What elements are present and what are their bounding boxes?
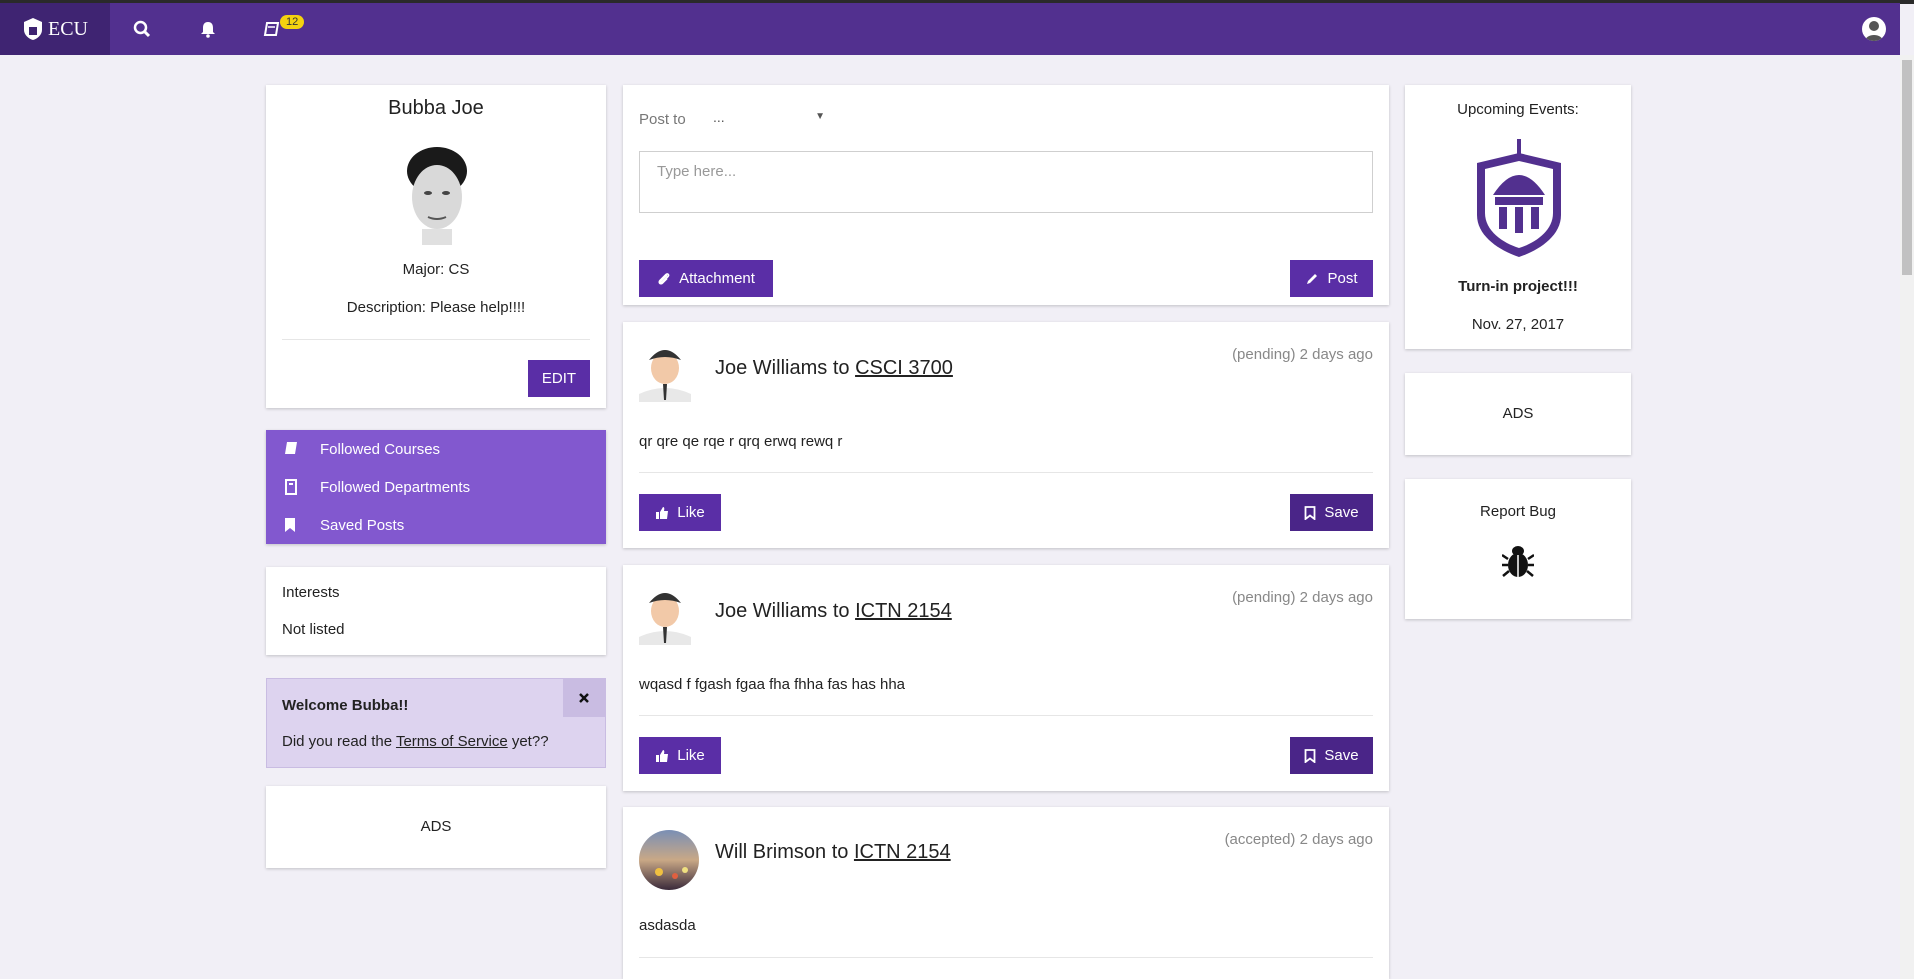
book-icon[interactable] — [252, 3, 292, 55]
ads-label: ADS — [420, 818, 452, 835]
terms-of-service-link[interactable]: Terms of Service — [396, 733, 508, 750]
search-icon[interactable] — [122, 3, 162, 55]
report-bug-card[interactable]: Report Bug — [1405, 479, 1631, 619]
close-alert-button[interactable] — [563, 679, 605, 717]
building-icon — [284, 479, 298, 500]
sidebar-item-label: Followed Courses — [320, 440, 441, 458]
post-textarea[interactable]: Type here... — [639, 151, 1373, 213]
composer-card: Post to ... ▼ Type here... Attachment Po… — [623, 85, 1389, 305]
post-card: Will Brimson to ICTN 2154 (accepted) 2 d… — [623, 807, 1389, 979]
bookmark-icon — [1304, 505, 1316, 520]
post-author[interactable]: Will Brimson — [715, 841, 826, 863]
welcome-title: Welcome Bubba!! — [282, 697, 409, 714]
ecu-shield-logo — [1471, 135, 1567, 257]
paperclip-icon — [658, 272, 670, 285]
event-date: Nov. 27, 2017 — [1471, 316, 1565, 333]
like-button[interactable]: Like — [639, 494, 721, 531]
post-course-link[interactable]: ICTN 2154 — [854, 841, 951, 863]
left-ads-card: ADS — [266, 786, 606, 868]
sidebar-menu: Followed Courses Followed Departments Sa… — [266, 430, 606, 544]
post-status: (pending) 2 days ago — [1232, 346, 1373, 363]
welcome-alert: Welcome Bubba!! Did you read the Terms o… — [266, 678, 606, 768]
profile-major: Major: CS — [402, 261, 470, 278]
dropdown-arrow-icon: ▼ — [815, 111, 825, 122]
book-icon — [284, 441, 298, 460]
close-icon — [579, 693, 589, 703]
pencil-icon — [1307, 273, 1318, 284]
post-to-label: Post to — [639, 111, 686, 128]
attachment-button[interactable]: Attachment — [639, 260, 773, 297]
ads-label: ADS — [1502, 405, 1534, 422]
sidebar-item-followed-departments[interactable]: Followed Departments — [266, 468, 606, 506]
divider — [639, 957, 1373, 958]
top-navbar: ECU 12 — [0, 3, 1900, 55]
post-header: Will Brimson to ICTN 2154 — [715, 841, 951, 863]
save-button[interactable]: Save — [1290, 494, 1373, 531]
report-bug-label: Report Bug — [1480, 503, 1556, 520]
author-avatar — [639, 830, 699, 890]
right-ads-card: ADS — [1405, 373, 1631, 455]
post-author[interactable]: Joe Williams — [715, 600, 827, 622]
interests-title: Interests — [282, 584, 340, 601]
divider — [639, 472, 1373, 473]
post-course-link[interactable]: ICTN 2154 — [855, 600, 952, 622]
post-course-link[interactable]: CSCI 3700 — [855, 357, 953, 379]
sidebar-item-label: Saved Posts — [320, 516, 405, 534]
post-header: Joe Williams to ICTN 2154 — [715, 600, 952, 622]
save-button[interactable]: Save — [1290, 737, 1373, 774]
post-header: Joe Williams to CSCI 3700 — [715, 357, 953, 379]
post-status: (pending) 2 days ago — [1232, 589, 1373, 606]
welcome-text: Did you read the Terms of Service yet?? — [282, 733, 549, 750]
post-author[interactable]: Joe Williams — [715, 357, 827, 379]
profile-description: Description: Please help!!!! — [346, 299, 526, 316]
ecu-logo[interactable]: ECU — [0, 3, 110, 55]
profile-photo — [400, 141, 472, 245]
post-body: qr qre qe rqe r qrq erwq rewq r — [639, 433, 843, 450]
post-card: Joe Williams to ICTN 2154 (pending) 2 da… — [623, 565, 1389, 791]
post-body: wqasd f fgash fgaa fha fhha fas has hha — [639, 676, 906, 693]
divider — [282, 339, 590, 340]
shield-logo-icon — [24, 18, 42, 40]
post-to-select[interactable]: ... ▼ — [713, 109, 825, 131]
bell-icon[interactable] — [188, 3, 228, 55]
sidebar-item-label: Followed Departments — [320, 478, 471, 496]
events-card: Upcoming Events: Turn-in project!!! Nov.… — [1405, 85, 1631, 349]
like-button[interactable]: Like — [639, 737, 721, 774]
edit-profile-button[interactable]: EDIT — [528, 360, 590, 397]
thumbs-up-icon — [656, 749, 669, 762]
events-title: Upcoming Events: — [1457, 101, 1579, 118]
thumbs-up-icon — [656, 506, 669, 519]
user-avatar-icon[interactable] — [1862, 17, 1886, 41]
bookmark-icon — [1304, 748, 1316, 763]
interests-value: Not listed — [282, 621, 345, 638]
bug-icon[interactable] — [1501, 543, 1535, 579]
logo-text: ECU — [48, 17, 88, 40]
author-avatar — [639, 342, 691, 402]
post-button[interactable]: Post — [1290, 260, 1373, 297]
event-name[interactable]: Turn-in project!!! — [1405, 278, 1631, 295]
profile-name: Bubba Joe — [388, 97, 484, 119]
divider — [639, 715, 1373, 716]
scrollbar-thumb[interactable] — [1902, 60, 1912, 275]
notification-badge: 12 — [280, 15, 305, 29]
post-status: (accepted) 2 days ago — [1224, 831, 1373, 848]
post-body: asdasda — [639, 917, 696, 934]
sidebar-item-followed-courses[interactable]: Followed Courses — [266, 430, 606, 468]
post-card: Joe Williams to CSCI 3700 (pending) 2 da… — [623, 322, 1389, 548]
profile-card: Bubba Joe Major: CS Description: Please … — [266, 85, 606, 408]
bookmark-icon — [284, 517, 296, 538]
author-avatar — [639, 585, 691, 645]
interests-card: Interests Not listed — [266, 567, 606, 655]
sidebar-item-saved-posts[interactable]: Saved Posts — [266, 506, 606, 544]
